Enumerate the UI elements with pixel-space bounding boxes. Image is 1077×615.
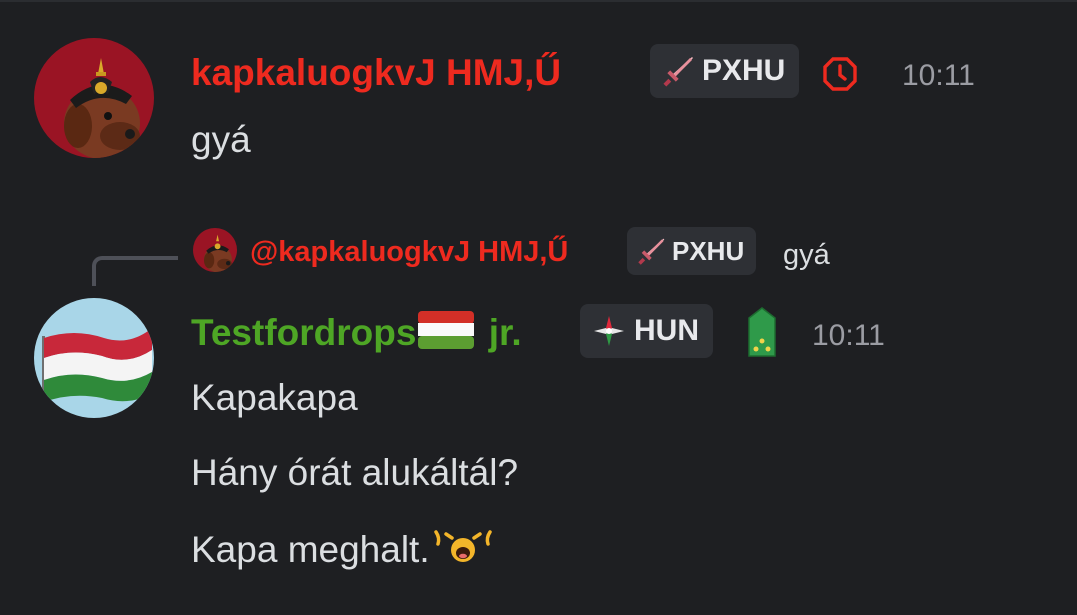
guild-tag-label: PXHU: [672, 235, 745, 266]
top-divider: [0, 0, 1077, 2]
avatar-testfordrops[interactable]: [34, 298, 154, 418]
timestamp[interactable]: 10:11: [812, 318, 885, 354]
compass-rose-icon: [592, 314, 626, 348]
guild-tag-hun[interactable]: HUN: [580, 304, 713, 358]
guild-tag-pxhu[interactable]: PXHU: [650, 44, 800, 98]
rank-insignia-icon: [746, 306, 778, 363]
guild-tag-label: PXHU: [702, 54, 786, 87]
avatar-kapkaluogkvj[interactable]: [34, 38, 154, 158]
message-line: Kapakapa: [191, 377, 358, 418]
reply-connector: [92, 256, 178, 286]
crying-face-icon[interactable]: [432, 526, 494, 574]
username-suffix: jr.: [488, 312, 522, 353]
message-line-with-emoji: Kapa meghalt.: [191, 526, 494, 574]
username-testfordrops[interactable]: Testfordrops jr.: [191, 311, 522, 359]
reply-snippet[interactable]: gyá: [783, 238, 830, 272]
reply-guild-tag-pxhu[interactable]: PXHU: [627, 227, 757, 275]
timestamp[interactable]: 10:11: [902, 58, 975, 94]
clock-icon: [822, 56, 858, 97]
hungary-flag-icon: [418, 311, 475, 359]
message-line-text: Kapa meghalt.: [191, 529, 430, 570]
message-text: gyá: [191, 119, 251, 160]
sword-icon: [662, 54, 696, 88]
sword-icon: [637, 236, 667, 266]
message-line: Hány órát alukáltál?: [191, 452, 519, 493]
username-text: Testfordrops: [191, 312, 417, 353]
reply-mention[interactable]: @kapkaluogkvJ HMJ,Ű: [250, 235, 568, 269]
reply-avatar[interactable]: [193, 228, 237, 272]
username-kapkaluogkvj[interactable]: kapkaluogkvJ HMJ,Ű: [191, 51, 561, 95]
guild-tag-label: HUN: [634, 314, 699, 347]
